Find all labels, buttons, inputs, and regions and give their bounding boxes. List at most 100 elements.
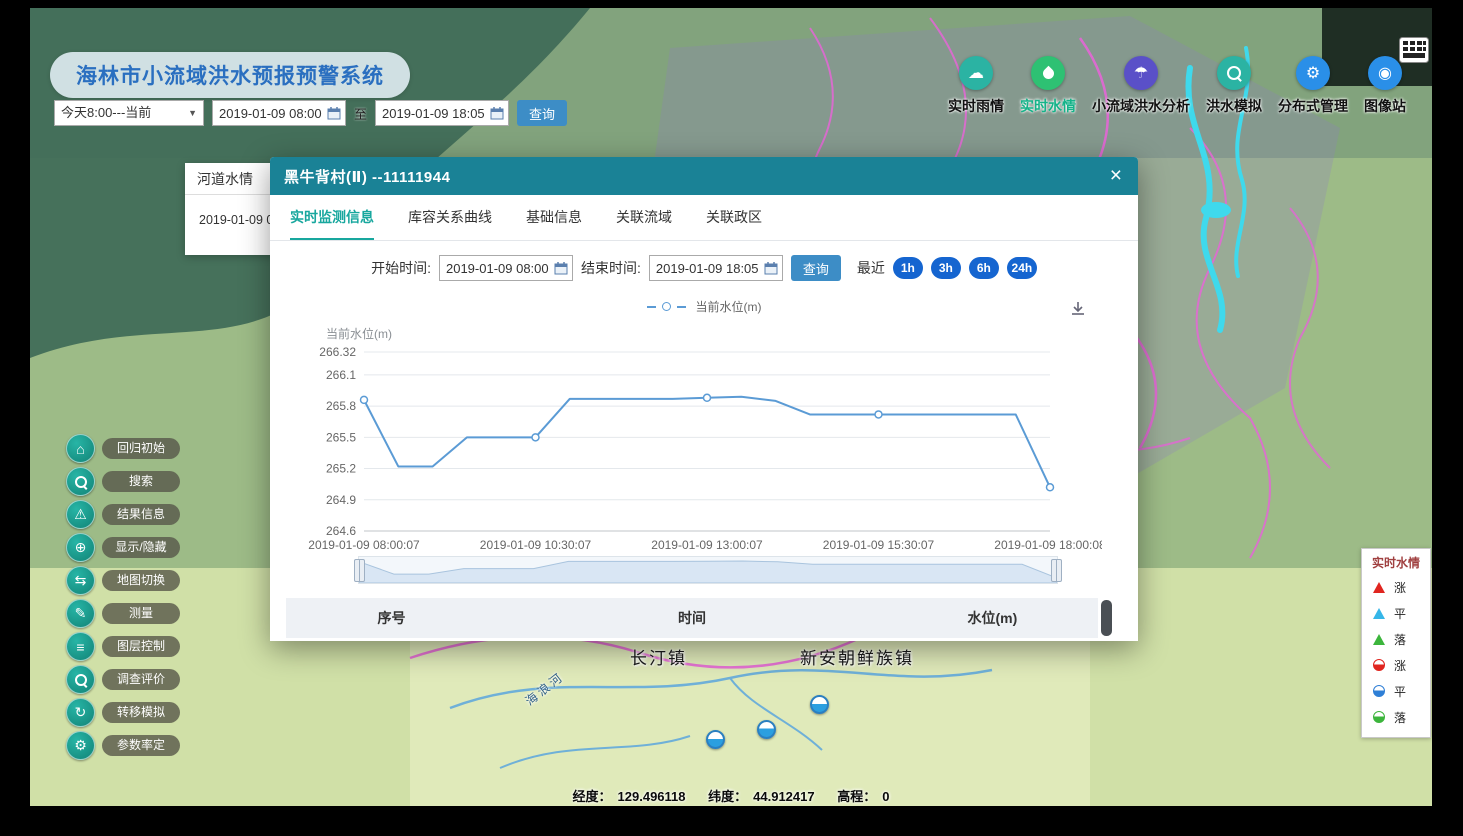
dialog-end-date-input[interactable] [650,261,762,276]
nav-item-distributed-management[interactable]: ⚙ 分布式管理 [1278,56,1348,116]
time-range-select[interactable]: 今天8:00---当前 ▼ [54,100,204,126]
app-title-pill: 海林市小流域洪水预报预警系统 [50,52,410,98]
legend-label: 落 [1394,709,1406,726]
sidebar-item-survey[interactable]: 调查评价 [66,666,180,693]
chart-datazoom-slider[interactable] [358,556,1058,584]
grid-icon [1399,37,1429,63]
grid-layout-button[interactable] [1399,37,1429,68]
rain-umbrella-icon: ☂ [1124,56,1158,90]
nav-item-flood-simulation[interactable]: 洪水模拟 [1206,56,1262,116]
nav-label: 洪水模拟 [1206,96,1262,116]
calendar-icon[interactable] [327,106,341,125]
legend-label: 落 [1394,631,1406,648]
dialog-title: 黑牛背村(Ⅱ) --11111944 [284,166,450,187]
water-drop-icon [1031,56,1065,90]
top-query-button[interactable]: 查询 [517,100,567,126]
tab-capacity-curve[interactable]: 库容关系曲线 [408,195,492,240]
tab-basic-info[interactable]: 基础信息 [526,195,582,240]
sidebar-item-layer-control[interactable]: ≡ 图层控制 [66,633,180,660]
layers-icon: ≡ [66,632,95,661]
nav-item-realtime-rain[interactable]: ☁ 实时雨情 [948,56,1004,116]
end-time-label: 结束时间: [581,258,641,278]
latitude-label: 纬度： [708,789,747,804]
datazoom-silhouette [359,557,1057,583]
start-date-field [212,100,346,126]
tab-related-district[interactable]: 关联政区 [706,195,762,240]
svg-text:266.32: 266.32 [319,345,356,359]
sidebar-item-search[interactable]: 搜索 [66,468,180,495]
column-header-time: 时间 [497,608,887,628]
half-circle-icon [1373,685,1385,697]
quick-range-24h[interactable]: 24h [1007,257,1037,279]
legend-label: 平 [1394,605,1406,622]
table-scrollbar[interactable] [1101,600,1112,636]
legend-label: 涨 [1394,579,1406,596]
download-icon[interactable] [1069,300,1087,323]
sidebar-item-label: 地图切换 [102,570,180,591]
longitude-label: 经度： [573,789,612,804]
nav-label: 实时雨情 [948,96,1004,116]
legend-item-steady-triangle: 平 [1362,600,1430,626]
map-town-label: 长汀镇 [630,644,687,669]
dialog-start-date-input[interactable] [440,261,552,276]
camera-icon: ◉ [1368,56,1402,90]
sidebar-item-map-switch[interactable]: ⇆ 地图切换 [66,567,180,594]
nav-item-realtime-water[interactable]: 实时水情 [1020,56,1076,116]
station-marker[interactable] [810,695,829,714]
quick-range-1h[interactable]: 1h [893,257,923,279]
calendar-icon[interactable] [764,261,778,280]
triangle-up-icon [1373,608,1385,619]
legend-label: 平 [1394,683,1406,700]
legend-item-steady-circle: 平 [1362,678,1430,704]
station-marker[interactable] [706,730,725,749]
svg-text:2019-01-09 18:00:08: 2019-01-09 18:00:08 [994,538,1102,552]
triangle-up-icon [1373,582,1385,593]
calendar-icon[interactable] [554,261,568,280]
recent-label: 最近 [857,258,885,278]
sidebar-item-result-info[interactable]: ⚠ 结果信息 [66,501,180,528]
legend-dot-icon [662,302,671,311]
nav-label: 分布式管理 [1278,96,1348,116]
column-header-level: 水位(m) [887,608,1098,628]
quick-range-3h[interactable]: 3h [931,257,961,279]
map-town-label: 新安朝鲜族镇 [800,644,914,669]
sidebar-item-reset[interactable]: ⌂ 回归初始 [66,435,180,462]
start-time-label: 开始时间: [371,258,431,278]
quick-range-6h[interactable]: 6h [969,257,999,279]
dialog-tab-bar: 实时监测信息 库容关系曲线 基础信息 关联流域 关联政区 [270,195,1138,241]
tab-related-basin[interactable]: 关联流域 [616,195,672,240]
calendar-icon[interactable] [490,106,504,125]
start-date-input[interactable] [213,106,325,121]
svg-text:2019-01-09 15:30:07: 2019-01-09 15:30:07 [823,538,935,552]
nav-label: 实时水情 [1020,96,1076,116]
chevron-down-icon: ▼ [188,101,197,125]
sidebar-item-transfer-sim[interactable]: ↻ 转移模拟 [66,699,180,726]
sidebar-item-measure[interactable]: ✎ 测量 [66,600,180,627]
svg-text:265.5: 265.5 [326,430,356,444]
sidebar-item-show-hide[interactable]: ⊕ 显示/隐藏 [66,534,180,561]
map-toolbar: ⌂ 回归初始 搜索 ⚠ 结果信息 ⊕ 显示/隐藏 ⇆ 地图切换 ✎ 测量 [66,435,180,759]
legend-item-fall-circle: 落 [1362,704,1430,730]
nav-item-flood-analysis[interactable]: ☂ 小流域洪水分析 [1092,56,1190,116]
svg-text:2019-01-09 13:00:07: 2019-01-09 13:00:07 [651,538,763,552]
dialog-query-button[interactable]: 查询 [791,255,841,281]
sidebar-item-label: 参数率定 [102,735,180,756]
data-table-header: 序号 时间 水位(m) [286,598,1098,638]
station-marker[interactable] [757,720,776,739]
water-legend-panel: 实时水情 涨 平 落 涨 平 落 [1361,548,1431,738]
sidebar-item-param-calibration[interactable]: ⚙ 参数率定 [66,732,180,759]
tab-realtime-monitoring[interactable]: 实时监测信息 [290,195,374,240]
elevation-value: 0 [882,789,889,804]
main-nav: ☁ 实时雨情 实时水情 ☂ 小流域洪水分析 洪水模拟 ⚙ 分布式管理 ◉ 图像站 [948,56,1406,116]
close-icon[interactable]: × [1106,163,1126,189]
sidebar-item-label: 调查评价 [102,669,180,690]
map-screen: 长汀镇 新安朝鲜族镇 海浪河 海林市小流域洪水预报预警系统 今天8:00---当… [30,8,1432,806]
datazoom-left-handle[interactable] [354,559,365,582]
end-date-input[interactable] [376,106,488,121]
legend-line-icon [677,306,686,308]
elevation-label: 高程： [837,789,876,804]
top-filter-bar: 今天8:00---当前 ▼ 至 查询 [54,100,567,126]
chart-legend[interactable]: 当前水位(m) [270,298,1138,315]
survey-magnifier-icon [66,665,95,694]
datazoom-right-handle[interactable] [1051,559,1062,582]
